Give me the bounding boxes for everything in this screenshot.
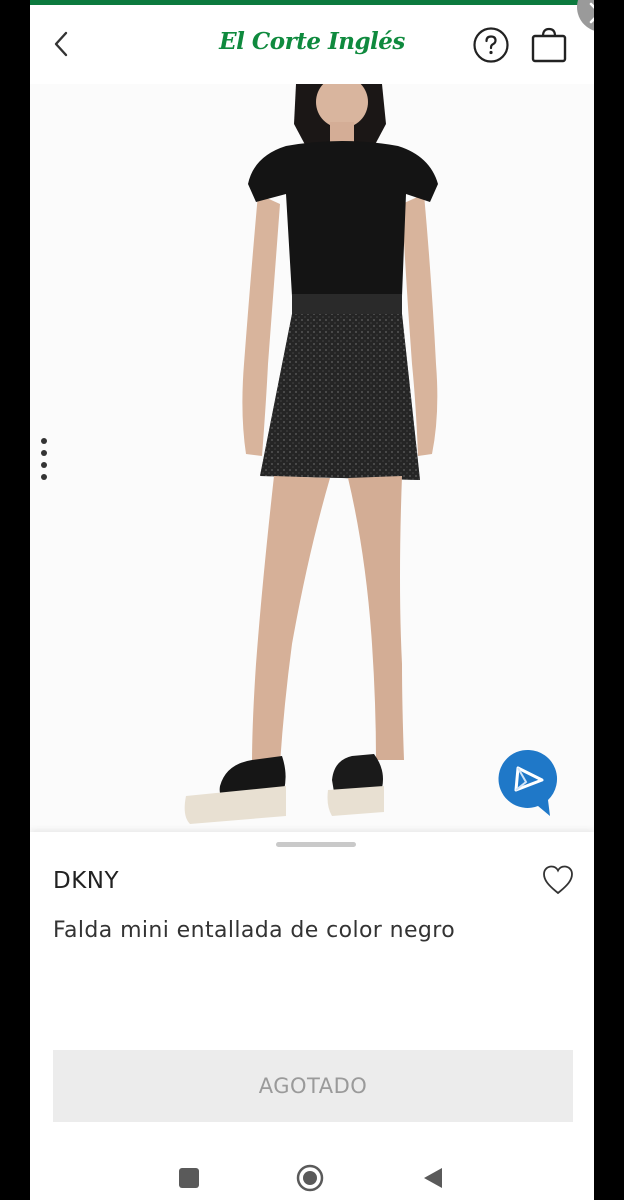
- sold-out-button[interactable]: AGOTADO: [53, 1050, 573, 1122]
- model-photo: [184, 76, 438, 824]
- product-info-sheet: DKNY Falda mini entallada de color negro…: [30, 832, 594, 1200]
- circle-icon: [296, 1164, 324, 1192]
- assistant-chat-button[interactable]: [498, 748, 560, 818]
- app-screen: El Corte Inglés DKNY Falda mini entallad…: [30, 0, 594, 1200]
- product-brand: DKNY: [53, 868, 120, 894]
- shopping-bag-icon: [531, 27, 567, 63]
- product-title: Falda mini entallada de color negro: [53, 918, 456, 943]
- recents-button[interactable]: [175, 1164, 203, 1192]
- system-navigation-bar: [30, 1150, 594, 1200]
- drag-handle[interactable]: [276, 842, 356, 847]
- close-icon: [589, 2, 594, 24]
- square-icon: [179, 1168, 199, 1188]
- help-button[interactable]: [472, 26, 510, 64]
- favorite-button[interactable]: [540, 862, 576, 898]
- system-back-button[interactable]: [419, 1164, 447, 1192]
- shopping-bag-button[interactable]: [528, 24, 570, 66]
- triangle-back-icon: [424, 1168, 442, 1188]
- top-accent-bar: [30, 0, 594, 5]
- question-circle-icon: [473, 27, 509, 63]
- chat-assistant-icon: [498, 749, 558, 816]
- heart-outline-icon: [543, 865, 573, 895]
- product-image[interactable]: [30, 76, 594, 832]
- more-options-button[interactable]: [39, 436, 49, 482]
- home-button[interactable]: [296, 1164, 324, 1192]
- vertical-dots-icon: [41, 438, 47, 480]
